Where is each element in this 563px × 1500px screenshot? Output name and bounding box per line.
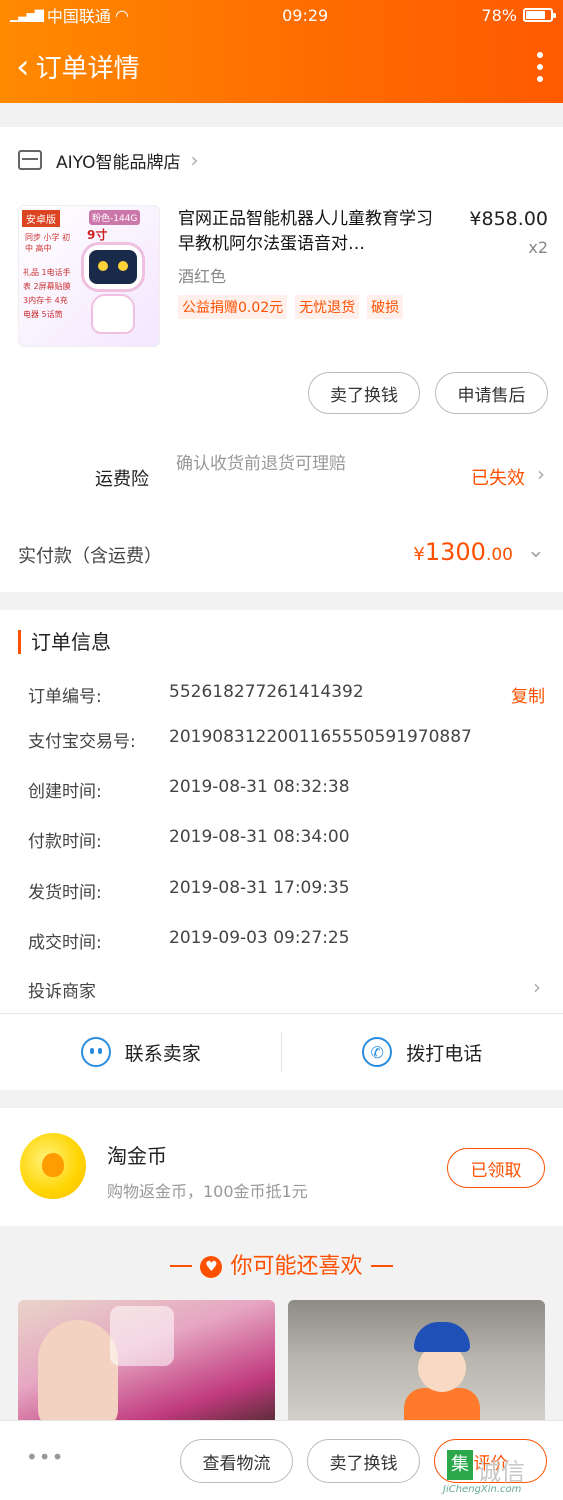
coin-card: 淘金币 购物返金币，100金币抵1元 已领取 <box>0 1108 563 1226</box>
created-time-row: 创建时间: 2019-08-31 08:32:38 <box>28 777 350 802</box>
gold-coin-icon <box>20 1133 86 1199</box>
copy-button[interactable]: 复制 <box>511 682 545 707</box>
insurance-desc: 确认收货前退货可理赔 <box>176 454 346 474</box>
paid-time-row: 付款时间: 2019-08-31 08:34:00 <box>28 827 350 852</box>
watermark-logo: 集 诚信 JiChengXin.com <box>437 1450 557 1498</box>
store-name: AIYO智能品牌店 <box>56 152 181 173</box>
order-item-card: AIYO智能品牌店 › 安卓版 粉色-144G 9寸 同步 小学 初中 高中 礼… <box>0 127 563 592</box>
clock: 09:29 <box>282 5 329 25</box>
nav-bar: ‹ 订单详情 <box>0 30 563 103</box>
chat-icon <box>80 1037 111 1067</box>
contact-bar: 联系卖家 ✆ 拨打电话 <box>0 1013 563 1090</box>
phone-icon: ✆ <box>362 1037 393 1067</box>
coin-claimed-button[interactable]: 已领取 <box>447 1148 545 1188</box>
signal-icon: ▁▃▅▇ <box>10 8 44 22</box>
section-title: 订单信息 <box>18 630 111 654</box>
recommend-header: ♥ 你可能还喜欢 <box>0 1248 563 1280</box>
chevron-right-icon: › <box>533 975 541 999</box>
after-sale-button[interactable]: 申请售后 <box>435 372 548 414</box>
page-title: 订单详情 <box>35 54 140 84</box>
carrier-label: 中国联通 <box>46 7 111 26</box>
view-logistics-button[interactable]: 查看物流 <box>180 1439 293 1483</box>
sell-button[interactable]: 卖了换钱 <box>307 1439 420 1483</box>
store-link[interactable]: AIYO智能品牌店 › <box>0 127 563 193</box>
insurance-status: 已失效 <box>471 468 525 489</box>
tag-free-return: 无忧退货 <box>295 295 360 319</box>
chevron-right-icon: › <box>190 148 199 172</box>
insurance-label: 运费险 <box>95 469 149 490</box>
coin-subtitle: 购物返金币，100金币抵1元 <box>107 1182 308 1201</box>
more-icon[interactable]: ••• <box>26 1445 64 1469</box>
header: ▁▃▅▇ 中国联通 ◠ 09:29 78% ‹ 订单详情 <box>0 0 563 103</box>
chevron-down-icon: ⌄ <box>526 538 545 563</box>
product-title[interactable]: 官网正品智能机器人儿童教育学习早教机阿尔法蛋语音对… <box>178 207 448 257</box>
chevron-right-icon: › <box>537 462 545 486</box>
paid-amount-row[interactable]: 实付款（含运费） ¥1300.00 ⌄ <box>0 532 563 578</box>
back-chevron-icon[interactable]: ‹ <box>16 50 30 84</box>
contact-seller-button[interactable]: 联系卖家 <box>0 1014 282 1090</box>
order-number-row: 订单编号: 552618277261414392 复制 <box>28 682 545 707</box>
status-bar: ▁▃▅▇ 中国联通 ◠ 09:29 78% <box>0 0 563 30</box>
battery-icon <box>522 8 556 22</box>
alipay-trade-row: 支付宝交易号: 2019083122001165550591970887 <box>28 727 472 752</box>
heart-icon: ♥ <box>200 1256 223 1278</box>
shipping-insurance-row[interactable]: 运费险 确认收货前退货可理赔 已失效 › <box>0 450 563 506</box>
complain-seller-row[interactable]: 投诉商家 › <box>0 975 563 1009</box>
order-number: 552618277261414392 <box>169 682 364 702</box>
shipped-time-row: 发货时间: 2019-08-31 17:09:35 <box>28 878 350 903</box>
product-sku: 酒红色 <box>178 267 227 286</box>
product-quantity: x2 <box>528 238 548 257</box>
wifi-icon: ◠ <box>114 5 129 25</box>
tag-damage: 破损 <box>367 295 404 319</box>
paid-amount: ¥1300.00 <box>413 538 513 566</box>
completed-time-row: 成交时间: 2019-09-03 09:27:25 <box>28 928 350 953</box>
store-icon <box>18 150 42 170</box>
product-price: ¥858.00 <box>469 208 548 230</box>
more-menu-icon[interactable] <box>537 52 543 82</box>
product-item[interactable]: 安卓版 粉色-144G 9寸 同步 小学 初中 高中 礼品 1电话手表 2屏幕贴… <box>18 205 548 347</box>
recommend-item-image[interactable] <box>288 1300 545 1430</box>
coin-title: 淘金币 <box>107 1144 167 1168</box>
paid-label: 实付款（含运费） <box>18 546 162 567</box>
product-tags: 公益捐赠0.02元 无忧退货 破损 <box>178 295 404 319</box>
product-thumbnail[interactable]: 安卓版 粉色-144G 9寸 同步 小学 初中 高中 礼品 1电话手表 2屏幕贴… <box>18 205 160 347</box>
call-button[interactable]: ✆ 拨打电话 <box>282 1014 563 1090</box>
tag-donation: 公益捐赠0.02元 <box>178 295 288 319</box>
battery-percent: 78% <box>481 5 517 25</box>
sell-button[interactable]: 卖了换钱 <box>308 372 420 414</box>
order-info-card: 订单信息 订单编号: 552618277261414392 复制 支付宝交易号:… <box>0 610 563 1090</box>
recommend-item-image[interactable] <box>18 1300 275 1430</box>
